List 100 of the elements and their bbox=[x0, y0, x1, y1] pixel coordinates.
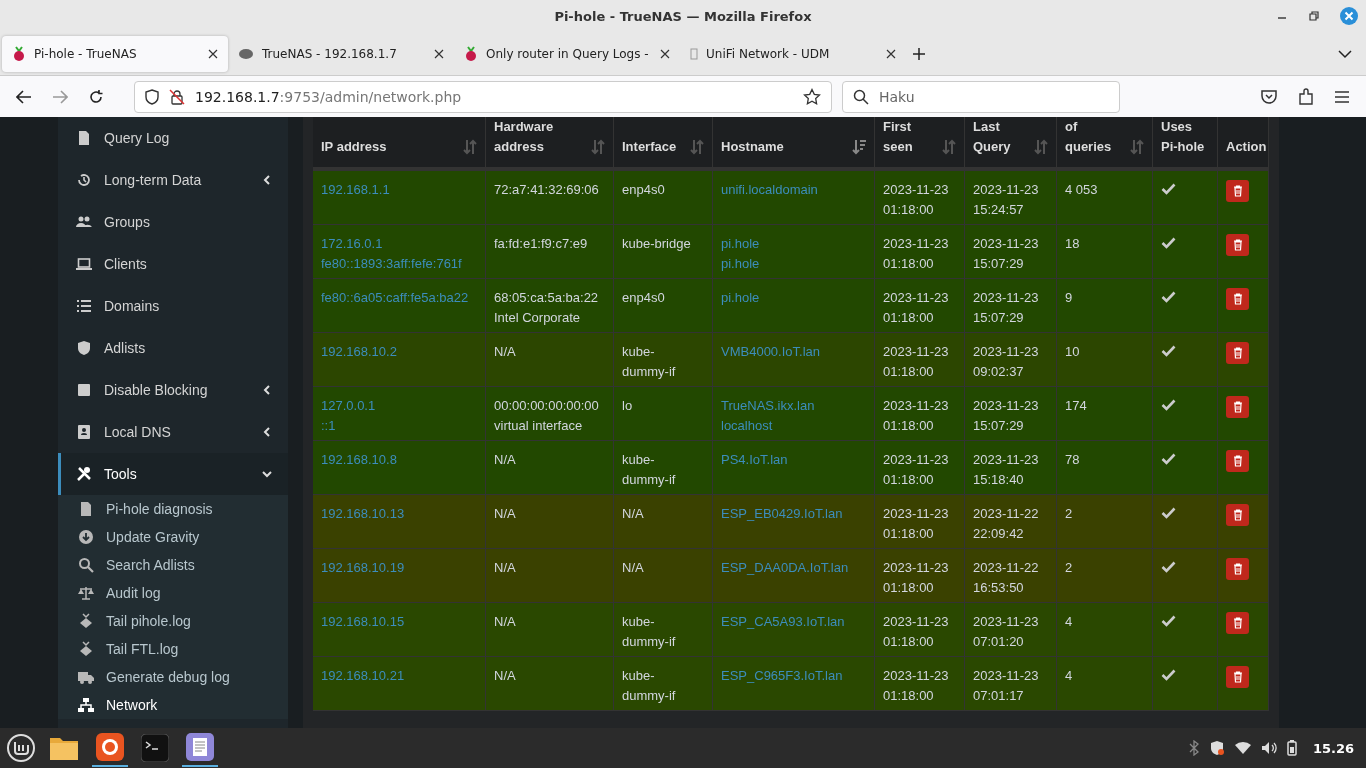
delete-button[interactable] bbox=[1226, 342, 1249, 364]
submenu-item[interactable]: Update Gravity bbox=[58, 523, 288, 551]
interface-text: enp4s0 bbox=[622, 181, 666, 199]
search-input[interactable]: Haku bbox=[877, 87, 1081, 106]
sidebar-item[interactable]: Groups bbox=[58, 201, 288, 243]
folder-icon[interactable] bbox=[49, 735, 79, 761]
chevron-down-icon bbox=[262, 469, 272, 479]
start-menu-icon[interactable] bbox=[6, 733, 36, 763]
sidebar-item[interactable]: Tools bbox=[58, 453, 288, 495]
close-tab-icon[interactable] bbox=[434, 49, 444, 59]
interface-text: kube-bridge bbox=[622, 235, 692, 253]
last-query-text: 15:07:29 bbox=[973, 309, 1025, 327]
last-query-text: 2023-11-23 bbox=[973, 613, 1040, 631]
first-seen-text: 2023-11-23 bbox=[883, 343, 950, 361]
first-seen-text: 01:18:00 bbox=[883, 525, 935, 543]
delete-button[interactable] bbox=[1226, 234, 1249, 256]
browser-tab[interactable]: UniFi Network - UDM bbox=[680, 36, 906, 72]
delete-button[interactable] bbox=[1226, 396, 1249, 418]
hardware-address-text: N/A bbox=[494, 613, 517, 631]
reload-icon[interactable] bbox=[88, 88, 104, 105]
first-seen-text: 01:18:00 bbox=[883, 417, 935, 435]
first-seen-text: 2023-11-23 bbox=[883, 397, 950, 415]
bluetooth-icon[interactable] bbox=[1188, 740, 1199, 756]
close-tab-icon[interactable] bbox=[886, 49, 896, 59]
pocket-icon[interactable] bbox=[1260, 88, 1278, 105]
browser-tab[interactable]: Only router in Query Logs - bbox=[454, 36, 680, 72]
sidebar-item[interactable]: Query Log bbox=[58, 117, 288, 159]
last-query-text: 09:02:37 bbox=[973, 363, 1025, 381]
raspberry-icon bbox=[12, 46, 26, 62]
submenu-item[interactable]: Search Adlists bbox=[58, 551, 288, 579]
delete-button[interactable] bbox=[1226, 666, 1249, 688]
restore-icon[interactable] bbox=[1308, 10, 1320, 22]
first-seen-text: 01:18:00 bbox=[883, 201, 935, 219]
browser-tab[interactable]: TrueNAS - 192.168.1.7 bbox=[228, 36, 454, 72]
battery-icon[interactable] bbox=[1286, 740, 1297, 756]
delete-button[interactable] bbox=[1226, 612, 1249, 634]
forward-icon[interactable] bbox=[52, 89, 68, 104]
browser-icon[interactable] bbox=[96, 733, 124, 761]
first-seen-text: 2023-11-23 bbox=[883, 559, 950, 577]
shield-icon[interactable] bbox=[1208, 740, 1225, 756]
hardware-address-text: N/A bbox=[494, 667, 517, 685]
text-editor-icon[interactable] bbox=[186, 733, 214, 761]
chevron-down-icon[interactable] bbox=[1338, 49, 1352, 59]
back-icon[interactable] bbox=[16, 89, 32, 104]
clock[interactable]: 15.26 bbox=[1312, 740, 1354, 756]
trash-icon bbox=[1232, 509, 1243, 521]
sidebar-item[interactable]: Local DNS bbox=[58, 411, 288, 453]
bookmark-star-icon[interactable] bbox=[803, 87, 821, 106]
address-field[interactable]: 192.168.1.7:9753/admin/network.php bbox=[134, 80, 832, 113]
volume-icon[interactable] bbox=[1260, 741, 1277, 755]
interface-text: dummy-if bbox=[622, 687, 677, 705]
shield-icon bbox=[145, 88, 159, 105]
delete-button[interactable] bbox=[1226, 558, 1249, 580]
hardware-address-text: N/A bbox=[494, 343, 517, 361]
wifi-icon[interactable] bbox=[1234, 741, 1251, 755]
menu-item-icon bbox=[76, 130, 92, 146]
chevron-left-icon bbox=[262, 175, 272, 185]
extensions-icon[interactable] bbox=[1298, 87, 1314, 106]
submenu-item[interactable]: Network bbox=[58, 691, 288, 719]
raspberry-icon bbox=[464, 46, 478, 62]
sort-descending-icon[interactable] bbox=[852, 139, 866, 155]
query-count: 174 bbox=[1065, 397, 1088, 415]
column-header[interactable]: IP address bbox=[321, 137, 387, 157]
delete-button[interactable] bbox=[1226, 504, 1249, 526]
query-count: 2 bbox=[1065, 505, 1074, 523]
column-header[interactable]: Hostname bbox=[721, 137, 784, 157]
close-tab-icon[interactable] bbox=[208, 49, 218, 59]
page-icon bbox=[690, 48, 698, 60]
last-query-text: 2023-11-23 bbox=[973, 235, 1040, 253]
sidebar-item[interactable]: Clients bbox=[58, 243, 288, 285]
last-query-text: 07:01:17 bbox=[973, 687, 1025, 705]
close-icon[interactable] bbox=[1340, 7, 1358, 25]
submenu-item[interactable]: Generate debug log bbox=[58, 663, 288, 691]
submenu-item[interactable]: Pi-hole diagnosis bbox=[58, 495, 288, 523]
delete-button[interactable] bbox=[1226, 450, 1249, 472]
sidebar-item[interactable]: Long-term Data bbox=[58, 159, 288, 201]
first-seen-text: 2023-11-23 bbox=[883, 667, 950, 685]
query-count: 4 bbox=[1065, 613, 1074, 631]
sidebar-item[interactable]: Disable Blocking bbox=[58, 369, 288, 411]
query-count: 4 053 bbox=[1065, 181, 1099, 199]
interface-text: lo bbox=[622, 397, 634, 415]
sidebar-item[interactable]: Domains bbox=[58, 285, 288, 327]
submenu-item[interactable]: Tail pihole.log bbox=[58, 607, 288, 635]
query-count: 10 bbox=[1065, 343, 1081, 361]
delete-button[interactable] bbox=[1226, 180, 1249, 202]
close-tab-icon[interactable] bbox=[660, 49, 670, 59]
search-field[interactable]: Haku bbox=[842, 80, 1120, 113]
query-count: 78 bbox=[1065, 451, 1081, 469]
menu-icon[interactable] bbox=[1334, 89, 1350, 104]
hardware-address-text: N/A bbox=[494, 559, 517, 577]
browser-tab[interactable]: Pi-hole - TrueNAS bbox=[2, 36, 228, 72]
new-tab-icon[interactable] bbox=[912, 47, 926, 61]
sidebar-item[interactable]: Adlists bbox=[58, 327, 288, 369]
submenu-item[interactable]: Audit log bbox=[58, 579, 288, 607]
interface-text: N/A bbox=[622, 505, 645, 523]
submenu-item[interactable]: Tail FTL.log bbox=[58, 635, 288, 663]
menu-item-icon bbox=[76, 466, 92, 482]
submenu-icon bbox=[78, 669, 94, 685]
delete-button[interactable] bbox=[1226, 288, 1249, 310]
terminal-icon[interactable] bbox=[141, 734, 169, 762]
